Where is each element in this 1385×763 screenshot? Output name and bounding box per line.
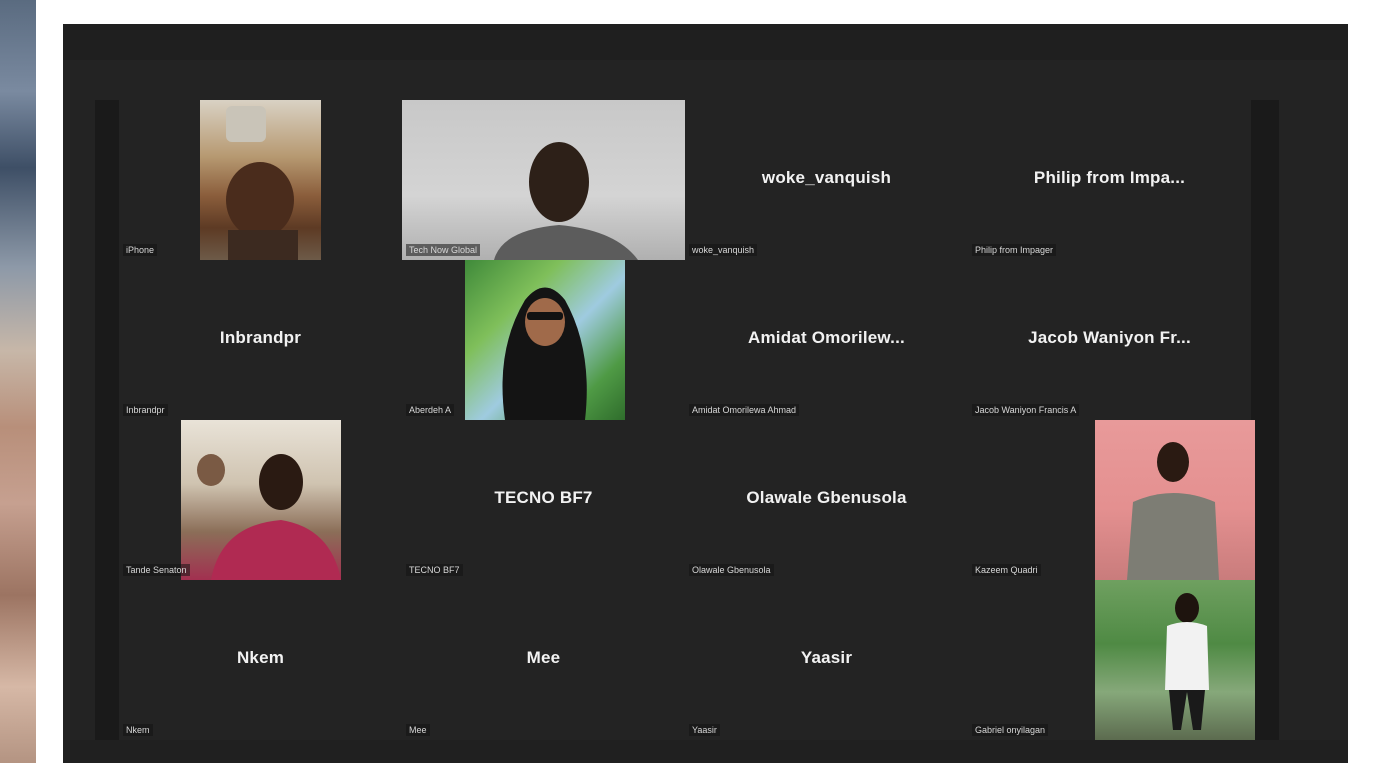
participant-tile[interactable]: woke_vanquish woke_vanquish [685,100,968,260]
participant-display-name: Nkem [236,648,285,667]
person-video-icon [1165,593,1209,730]
person-video-icon [1127,442,1219,580]
participant-nameplate: Aberdeh A [406,404,455,416]
person-video-icon [494,142,638,260]
participant-nameplate: Jacob Waniyon Francis A [972,404,1080,416]
participant-display-name: Olawale Gbenusola [746,488,907,507]
participant-display-name: Mee [526,648,561,667]
participant-nameplate: Tech Now Global [406,244,481,256]
participant-nameplate: Nkem [123,724,153,736]
participant-nameplate: Yaasir [689,724,720,736]
participant-nameplate: Olawale Gbenusola [689,564,774,576]
participant-tile[interactable]: Nkem Nkem [119,580,402,740]
participant-display-name: woke_vanquish [761,168,892,187]
participant-nameplate: Amidat Omorilewa Ahmad [689,404,800,416]
gallery-grid: iPhone Tech Now Global woke_vanquish wok… [119,100,1255,740]
participant-tile[interactable]: Mee Mee [402,580,685,740]
participant-nameplate: Inbrandpr [123,404,168,416]
participant-display-name: Inbrandpr [219,328,302,347]
participant-nameplate: Kazeem Quadri [972,564,1041,576]
participant-tile[interactable]: Tech Now Global [402,100,685,260]
participant-video [402,100,685,260]
participant-tile[interactable]: Jacob Waniyon Fr... Jacob Waniyon Franci… [968,260,1251,420]
person-video-icon [502,287,587,420]
participant-tile[interactable]: Tande Senaton [119,420,402,580]
participant-tile[interactable]: Gabriel onyilagan [968,580,1255,740]
participant-display-name: Jacob Waniyon Fr... [1028,328,1191,347]
window-topbar [63,24,1348,60]
participant-tile[interactable]: Kazeem Quadri [968,420,1255,580]
person-video-icon [197,454,341,580]
meeting-window: iPhone Tech Now Global woke_vanquish wok… [63,24,1348,763]
participant-video [181,420,341,580]
participant-display-name: TECNO BF7 [494,488,593,507]
participant-display-name: Philip from Impa... [1033,168,1186,187]
participant-nameplate: TECNO BF7 [406,564,463,576]
toolbar-area [63,740,1348,763]
person-video-icon [226,106,298,260]
participant-video [465,260,625,420]
participant-nameplate: Tande Senaton [123,564,190,576]
participant-nameplate: Philip from Impager [972,244,1057,256]
background-photo-edge [0,0,36,763]
participant-tile[interactable]: Philip from Impa... Philip from Impager [968,100,1251,260]
participant-nameplate: Mee [406,724,430,736]
participant-tile[interactable]: iPhone [119,100,402,260]
participant-tile[interactable]: Yaasir Yaasir [685,580,968,740]
participant-tile[interactable]: Aberdeh A [402,260,685,420]
participant-tile[interactable]: Amidat Omorilew... Amidat Omorilewa Ahma… [685,260,968,420]
participant-display-name: Amidat Omorilew... [748,328,905,347]
participant-video [1095,420,1255,580]
participant-display-name: Yaasir [800,648,853,667]
participant-nameplate: iPhone [123,244,158,256]
participant-tile[interactable]: TECNO BF7 TECNO BF7 [402,420,685,580]
participant-tile[interactable]: Olawale Gbenusola Olawale Gbenusola [685,420,968,580]
participant-video [1095,580,1255,740]
participant-tile[interactable]: Inbrandpr Inbrandpr [119,260,402,420]
participant-nameplate: Gabriel onyilagan [972,724,1049,736]
participant-video [200,100,321,260]
gallery-view: iPhone Tech Now Global woke_vanquish wok… [95,100,1279,740]
participant-nameplate: woke_vanquish [689,244,758,256]
